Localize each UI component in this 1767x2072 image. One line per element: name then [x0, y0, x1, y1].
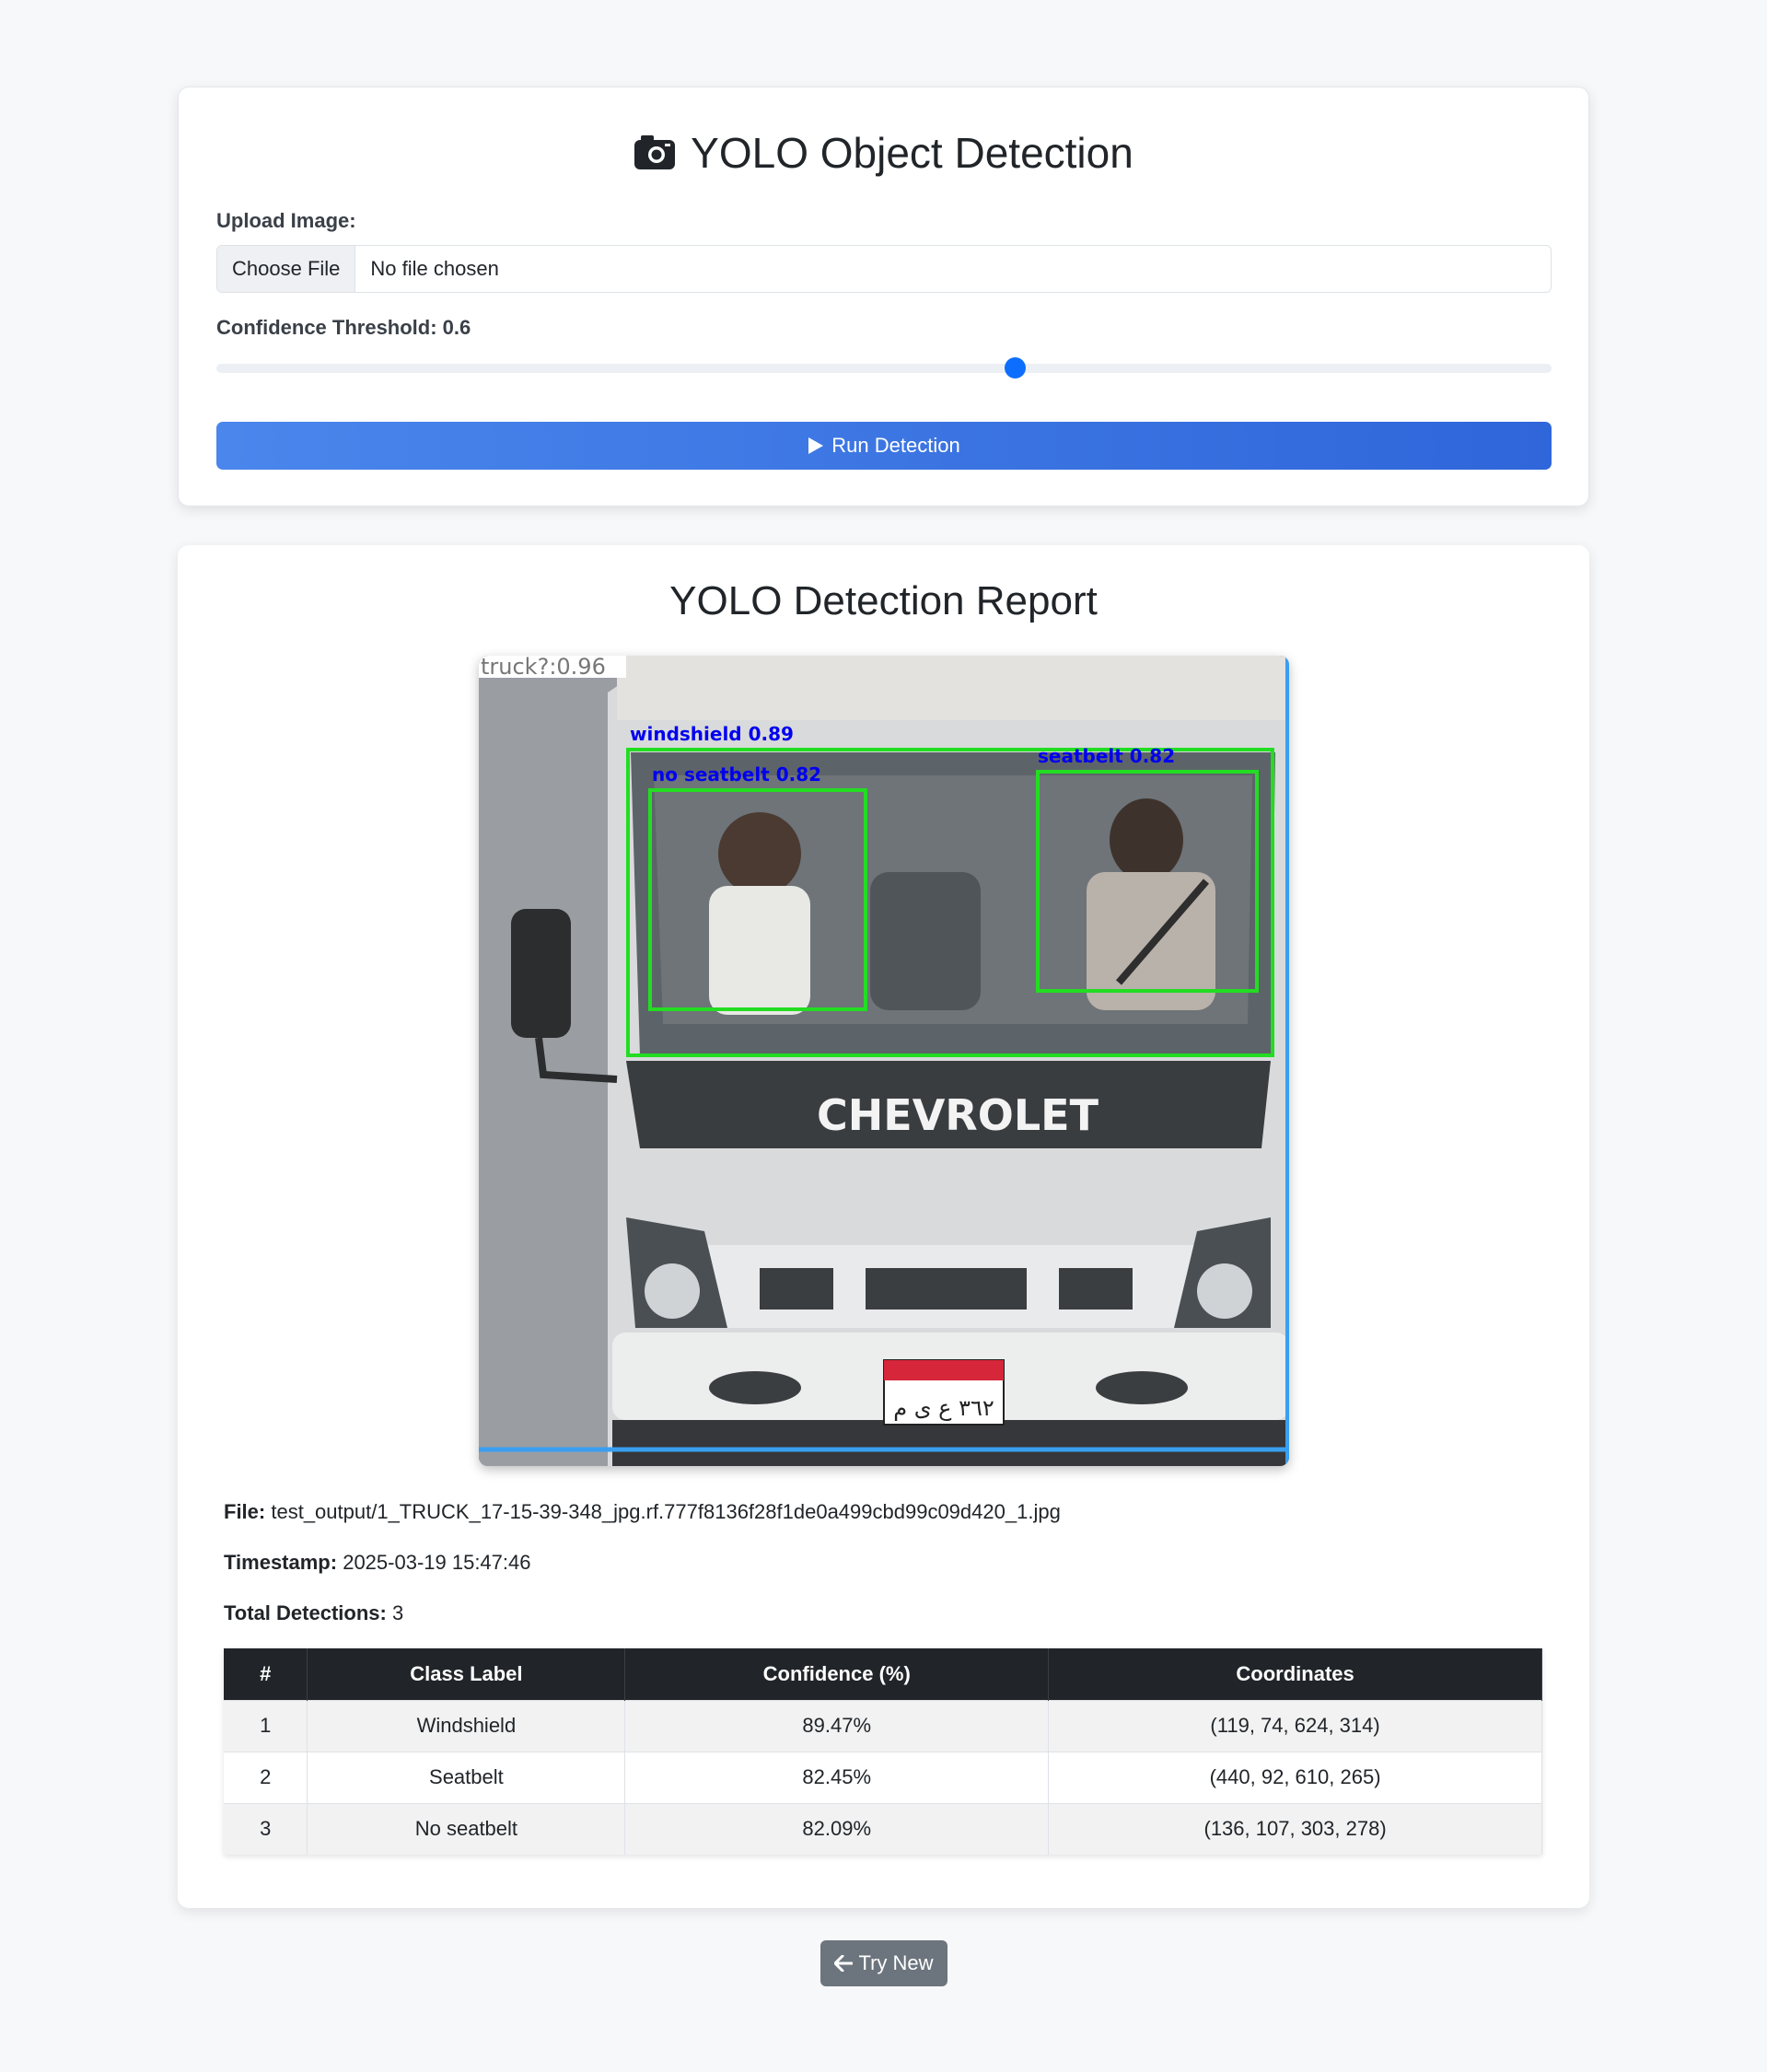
- column-header: Class Label: [307, 1648, 626, 1700]
- total-detections-info: Total Detections: 3: [224, 1601, 403, 1625]
- table-cell: (440, 92, 610, 265): [1048, 1751, 1542, 1803]
- report-card: YOLO Detection Report CHEVROLET ٣٦٢ ع ى …: [178, 545, 1589, 1908]
- confidence-slider[interactable]: [216, 364, 1552, 373]
- file-status: No file chosen: [370, 257, 499, 280]
- table-cell: 89.47%: [624, 1699, 1050, 1752]
- table-cell: Windshield: [307, 1699, 626, 1752]
- table-cell: 1: [224, 1699, 308, 1752]
- report-title: YOLO Detection Report: [669, 578, 1098, 623]
- license-plate-text: ٣٦٢ ع ى م: [893, 1395, 994, 1421]
- no-seatbelt-detection-label: no seatbelt 0.82: [652, 763, 821, 786]
- column-header: Coordinates: [1048, 1648, 1542, 1700]
- table-cell: 3: [224, 1802, 308, 1855]
- camera-icon: [634, 135, 676, 169]
- column-header: Confidence (%): [624, 1648, 1050, 1700]
- upload-card: YOLO Object Detection Upload Image: Choo…: [178, 87, 1589, 506]
- table-header-row: # Class Label Confidence (%) Coordinates: [224, 1648, 1542, 1700]
- play-icon: [808, 437, 824, 454]
- timestamp-value: 2025-03-19 15:47:46: [343, 1551, 531, 1574]
- table-cell: 2: [224, 1751, 308, 1803]
- file-input[interactable]: Choose File No file chosen: [216, 245, 1552, 293]
- timestamp-info: Timestamp: 2025-03-19 15:47:46: [224, 1551, 531, 1575]
- try-new-label: Try New: [858, 1951, 934, 1974]
- total-detections-label: Total Detections:: [224, 1601, 387, 1624]
- table-row: 1 Windshield 89.47% (119, 74, 624, 314): [224, 1699, 1542, 1752]
- column-header: #: [224, 1648, 308, 1700]
- arrow-left-icon: [834, 1955, 854, 1972]
- truck-detection-label: truck?:0.96: [481, 656, 606, 680]
- app-title: YOLO Object Detection: [179, 128, 1588, 178]
- seatbelt-detection-label: seatbelt 0.82: [1038, 745, 1175, 767]
- app-title-text: YOLO Object Detection: [691, 129, 1133, 177]
- table-row: 3 No seatbelt 82.09% (136, 107, 303, 278…: [224, 1802, 1542, 1855]
- confidence-slider-thumb[interactable]: [1005, 357, 1027, 378]
- run-detection-label: Run Detection: [831, 434, 960, 457]
- file-value: test_output/1_TRUCK_17-15-39-348_jpg.rf.…: [271, 1500, 1061, 1523]
- table-row: 2 Seatbelt 82.45% (440, 92, 610, 265): [224, 1751, 1542, 1803]
- file-info: File: test_output/1_TRUCK_17-15-39-348_j…: [224, 1500, 1061, 1524]
- total-detections-value: 3: [391, 1601, 404, 1624]
- table-cell: 82.45%: [624, 1751, 1050, 1803]
- run-detection-button[interactable]: Run Detection: [216, 422, 1552, 470]
- table-cell: (119, 74, 624, 314): [1048, 1699, 1542, 1752]
- detections-table: # Class Label Confidence (%) Coordinates…: [224, 1648, 1542, 1855]
- table-cell: No seatbelt: [307, 1802, 626, 1855]
- windshield-detection-label: windshield 0.89: [630, 723, 794, 745]
- table-cell: 82.09%: [624, 1802, 1050, 1855]
- grille-brand-text: CHEVROLET: [817, 1090, 1099, 1140]
- choose-file-button[interactable]: Choose File: [217, 246, 356, 292]
- timestamp-label: Timestamp:: [224, 1551, 338, 1574]
- try-new-button[interactable]: Try New: [820, 1940, 947, 1986]
- file-label: File:: [224, 1500, 266, 1523]
- table-cell: (136, 107, 303, 278): [1048, 1802, 1542, 1855]
- confidence-label: Confidence Threshold: 0.6: [216, 316, 471, 339]
- detection-result-image: CHEVROLET ٣٦٢ ع ى م truck?:0.96 windshie…: [479, 656, 1289, 1466]
- table-cell: Seatbelt: [307, 1751, 626, 1803]
- upload-label: Upload Image:: [216, 209, 356, 232]
